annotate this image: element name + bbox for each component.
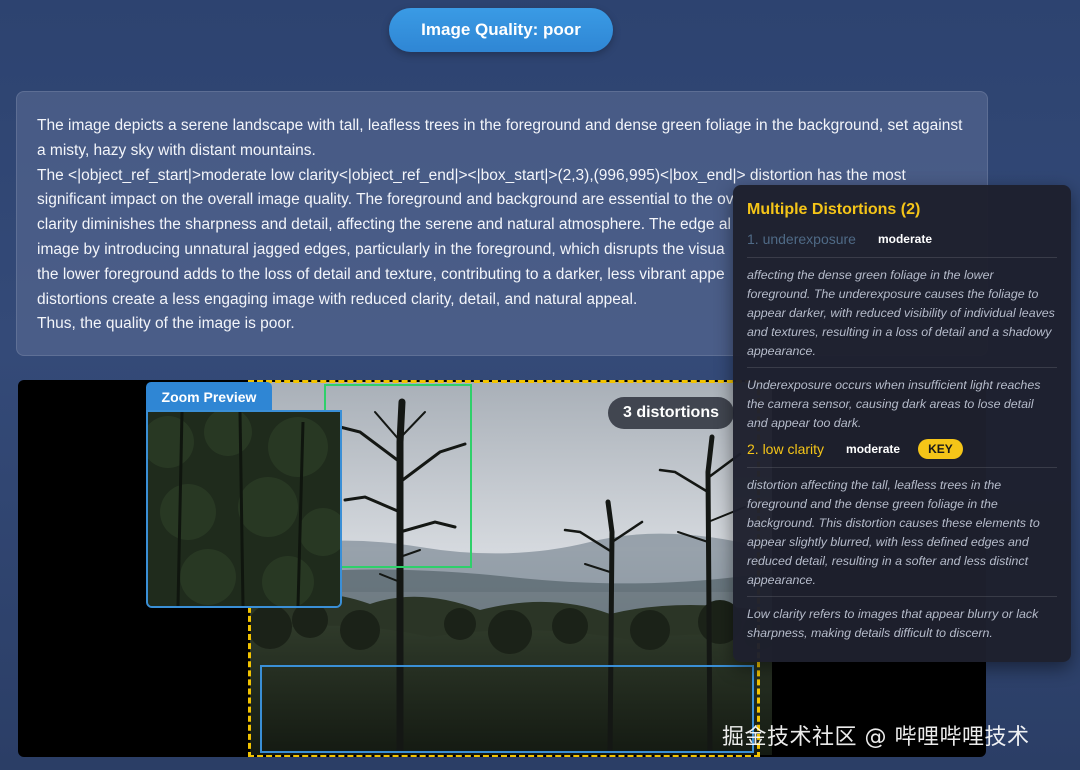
divider <box>747 596 1057 597</box>
distortions-tooltip: Multiple Distortions (2) 1. underexposur… <box>733 185 1071 662</box>
divider <box>747 257 1057 258</box>
distortion-definition: Low clarity refers to images that appear… <box>747 607 1039 640</box>
distortion-detail: distortion affecting the tall, leafless … <box>747 478 1040 587</box>
distortion-name: 1. underexposure <box>747 231 856 247</box>
description-line: a misty, hazy sky with distant mountains… <box>37 141 316 159</box>
distortion-box-low-clarity[interactable] <box>324 384 472 568</box>
image-quality-badge: Image Quality: poor <box>389 8 613 52</box>
distortion-box-underexposure[interactable] <box>260 665 754 753</box>
distortion-item-low-clarity[interactable]: 2. low clarity moderate KEY <box>747 437 1057 461</box>
tooltip-title: Multiple Distortions (2) <box>747 201 921 218</box>
zoom-preview <box>146 410 342 608</box>
watermark: 掘金技术社区 @ 哔哩哔哩技术 <box>722 725 1030 750</box>
distortion-item-underexposure[interactable]: 1. underexposure moderate <box>747 227 1057 251</box>
distortion-name: 2. low clarity <box>747 441 825 457</box>
severity-label: moderate <box>846 442 901 456</box>
divider <box>747 467 1057 468</box>
distortion-count-badge: 3 distortions <box>608 397 734 429</box>
description-line: The image depicts a serene landscape wit… <box>37 117 963 134</box>
divider <box>747 367 1057 368</box>
severity-label: moderate <box>877 232 932 246</box>
key-badge: KEY <box>918 439 963 459</box>
distortion-detail: affecting the dense green foliage in the… <box>747 268 1055 358</box>
distortion-definition: Underexposure occurs when insufficient l… <box>747 378 1041 430</box>
zoom-preview-label: Zoom Preview <box>146 382 272 412</box>
